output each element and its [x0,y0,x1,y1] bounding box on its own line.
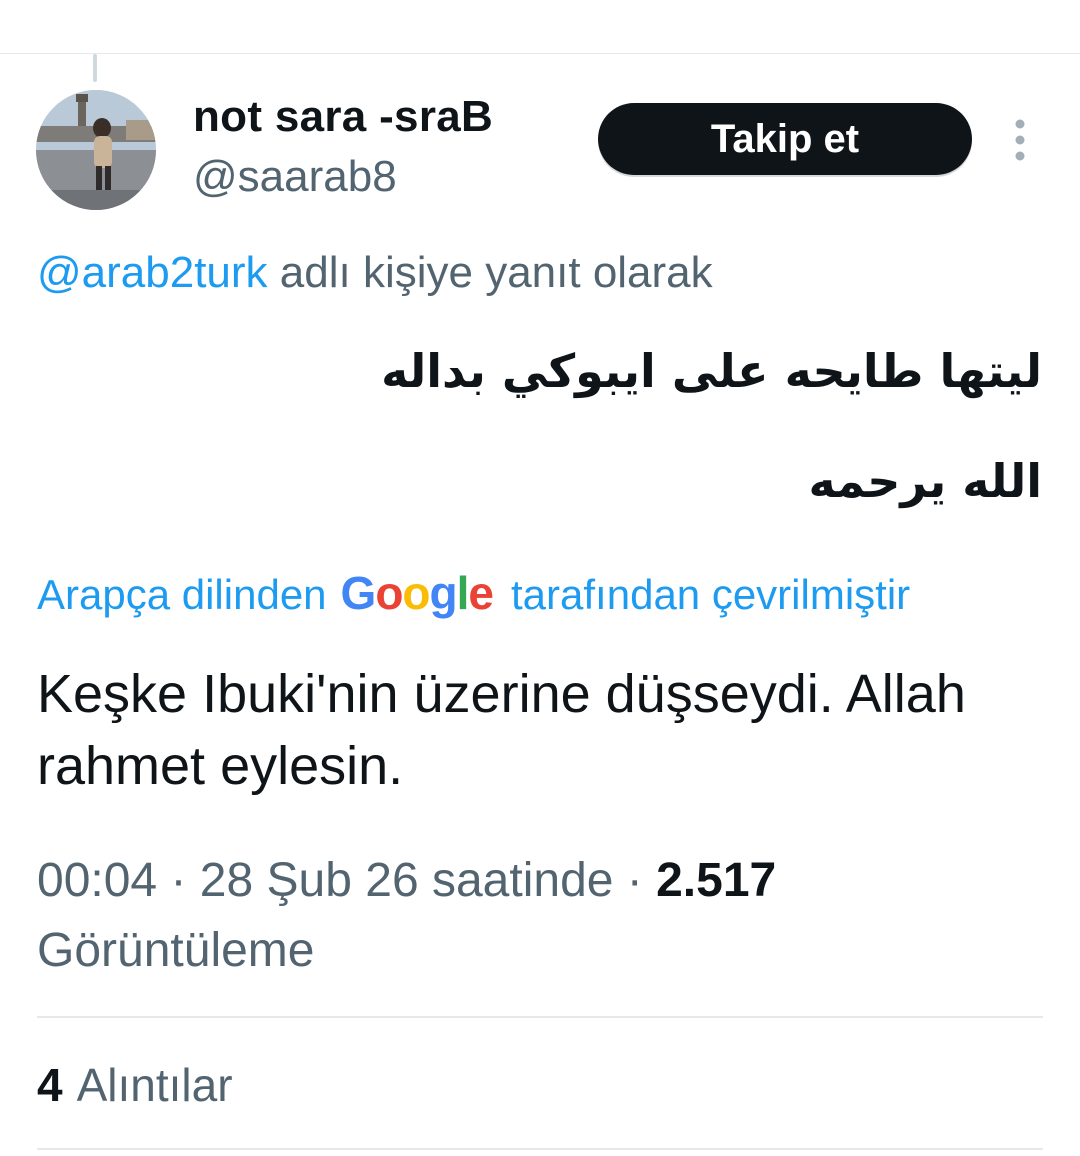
tweet-time[interactable]: 00:04 [37,854,157,907]
translation-notice-prefix: Arapça dilinden [37,571,327,618]
author-handle[interactable]: @saarab8 [193,152,397,202]
quotes-label: Alıntılar [76,1059,233,1111]
quotes-count: 4 [37,1059,63,1111]
views-count: 2.517 [656,854,777,907]
reply-context: @arab2turk adlı kişiye yanıt olarak [37,248,713,298]
author-display-name[interactable]: not sara -sraB [193,92,493,142]
follow-button[interactable]: Takip et [598,103,972,175]
avatar[interactable] [36,90,156,210]
divider [37,1148,1043,1150]
avatar-photo-icon [36,90,156,210]
follow-button-label: Takip et [710,116,860,161]
meta-separator: · [613,854,657,907]
translation-notice-suffix: tarafından çevrilmiştir [511,571,911,618]
reply-mention-link[interactable]: @arab2turk [37,248,268,297]
views-label: Görüntüleme [37,924,315,977]
google-logo-icon: Google [340,567,494,619]
more-vertical-icon[interactable] [1008,118,1032,162]
meta-separator: · [157,854,200,907]
thread-connector-line [93,54,97,82]
tweet-date[interactable]: 28 Şub 26 saatinde [200,854,614,907]
tweet-original-text-line-1: ليتها طايحه على ايبوكي بداله [381,344,1042,398]
top-divider [0,53,1080,54]
reply-context-text: adlı kişiye yanıt olarak [267,248,713,297]
tweet-translated-text: Keşke Ibuki'nin üzerine düşseydi. Allah … [37,664,966,796]
tweet-original-text-line-2: الله يرحمه [808,454,1042,508]
tweet-metadata: 00:04 · 28 Şub 26 saatinde · 2.517 Görün… [37,846,1037,986]
tweet-detail-page: not sara -sraB @saarab8 Takip et @arab2t… [0,0,1080,1156]
quotes-link[interactable]: 4 Alıntılar [37,1058,233,1112]
translation-notice[interactable]: Arapça dilinden Google tarafından çevril… [37,566,910,620]
divider [37,1016,1043,1018]
